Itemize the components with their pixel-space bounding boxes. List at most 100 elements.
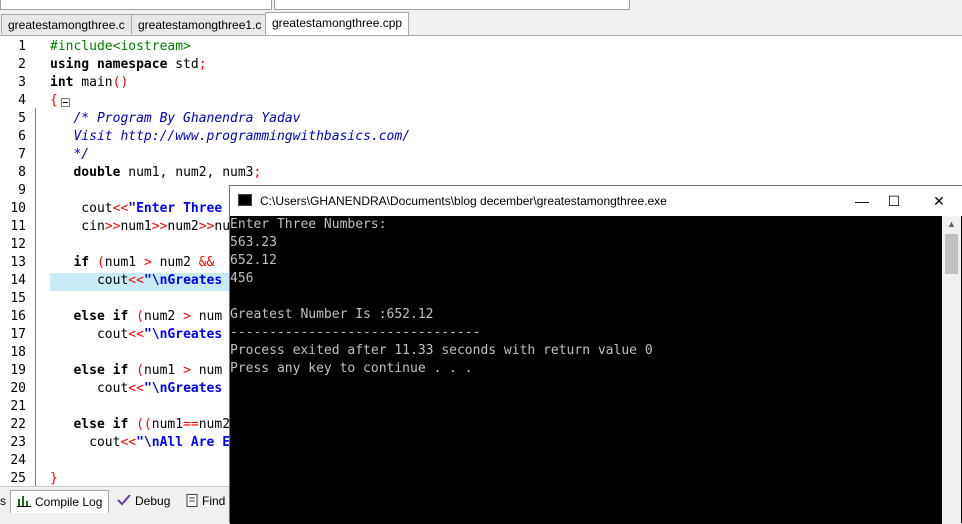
code-token: cout [50,381,129,396]
console-window[interactable]: C:\Users\GHANENDRA\Documents\blog decemb… [229,185,962,524]
console-output[interactable]: Enter Three Numbers: 563.23 652.12 456 Great… [230,216,942,524]
scroll-up-icon[interactable]: ▲ [942,216,961,233]
code-token: nu [214,219,231,234]
console-scrollbar[interactable]: ▲ [942,216,961,524]
tab-debug[interactable]: Debug [117,490,170,512]
code-token: num2 [198,417,231,432]
code-token: > [143,255,152,270]
code-token: { [50,93,58,108]
code-line: else if ((num1==num2 [50,416,230,434]
code-token: num1 [104,255,144,270]
line-number: 5 [18,111,26,126]
code-token: */ [50,147,90,162]
code-token: num1 [120,219,152,234]
code-token: && [198,255,215,270]
code-token: << [120,435,137,450]
code-token: "\nGreates [143,381,223,396]
console-line: Enter Three Numbers: [230,217,387,232]
code-line: #include<iostream> [50,38,191,56]
line-number: 23 [10,435,26,450]
panel-tab-overflow-edge: s [0,494,6,508]
line-number: 14 [10,273,26,288]
console-line: 563.23 [230,235,277,250]
tab-greatestamongthree-cpp[interactable]: greatestamongthree.cpp [265,12,410,35]
code-token: >> [104,219,121,234]
line-number: 7 [18,147,26,162]
code-token: num2 [167,219,199,234]
code-token: ; [253,165,262,180]
code-line: int main() [50,74,128,92]
code-token: } [50,471,58,486]
code-token: cin [50,219,105,234]
code-token: #include<iostream> [50,39,191,54]
tab-greatestamongthree1-c[interactable]: greatestamongthree1.c [131,14,269,34]
code-token: else if [73,309,129,324]
code-token: == [183,417,199,432]
line-number: 25 [10,471,26,486]
line-number: 1 [18,39,26,54]
code-token: num [190,309,223,324]
code-token: cout [50,435,121,450]
code-token: double [73,165,121,180]
tab-debug-label: Debug [135,494,171,508]
code-token: num2 [143,309,184,324]
code-line: cout<<"\nGreates [50,272,222,290]
line-number: 4 [18,93,26,108]
line-number: 13 [10,255,26,270]
maximize-button[interactable]: ☐ [871,186,917,216]
document-icon [186,492,198,507]
toolbar-dropdown-right[interactable] [274,0,630,10]
code-token: (( [136,417,152,432]
code-token: << [128,381,144,396]
code-token: using namespace [50,57,168,72]
code-line: cout<<"\nGreates [50,380,222,398]
code-line: cout<<"\nGreates [50,326,222,344]
code-token: ( [96,255,105,270]
console-title-bar[interactable]: C:\Users\GHANENDRA\Documents\blog decemb… [230,186,962,216]
tab-greatestamongthree-c[interactable]: greatestamongthree.c [1,14,132,34]
line-number: 11 [10,219,26,234]
code-line: else if (num1 > num [50,362,222,380]
console-title: C:\Users\GHANENDRA\Documents\blog decemb… [260,194,667,208]
code-token: << [112,201,129,216]
line-number: 2 [18,57,26,72]
code-token: () [112,75,129,90]
code-line: double num1, num2, num3; [50,164,261,182]
line-number: 8 [18,165,26,180]
tab-compile-log[interactable]: Compile Log [10,490,110,513]
code-line: } [50,470,58,486]
scrollbar-thumb[interactable] [945,234,958,274]
code-line: using namespace std; [50,56,207,74]
line-number: 22 [10,417,26,432]
line-number: 19 [10,363,26,378]
line-number: 15 [10,291,26,306]
tab-compile-log-label: Compile Log [35,495,103,509]
console-line: Press any key to continue . . . [230,361,473,376]
line-number: 6 [18,129,26,144]
code-token: "\nAll Are E [136,435,231,450]
console-line: 652.12 [230,253,277,268]
code-token: "\nGreates [143,273,223,288]
code-line: cout<<"Enter Three [50,200,222,218]
tab-find-label: Find [202,494,226,508]
line-number: 24 [10,453,26,468]
code-token: /* Program By Ghanendra Yadav [50,111,301,126]
tab-find[interactable]: Find [186,490,225,512]
code-token: cout [50,201,113,216]
toolbar-dropdown-left[interactable] [0,0,272,10]
line-number: 10 [10,201,26,216]
code-line: cout<<"\nAll Are E [50,434,230,452]
close-button[interactable]: ✕ [916,186,962,216]
code-token: "Enter Three [128,201,223,216]
code-token: std [167,57,199,72]
line-number: 9 [18,183,26,198]
code-token: num2 [151,255,199,270]
